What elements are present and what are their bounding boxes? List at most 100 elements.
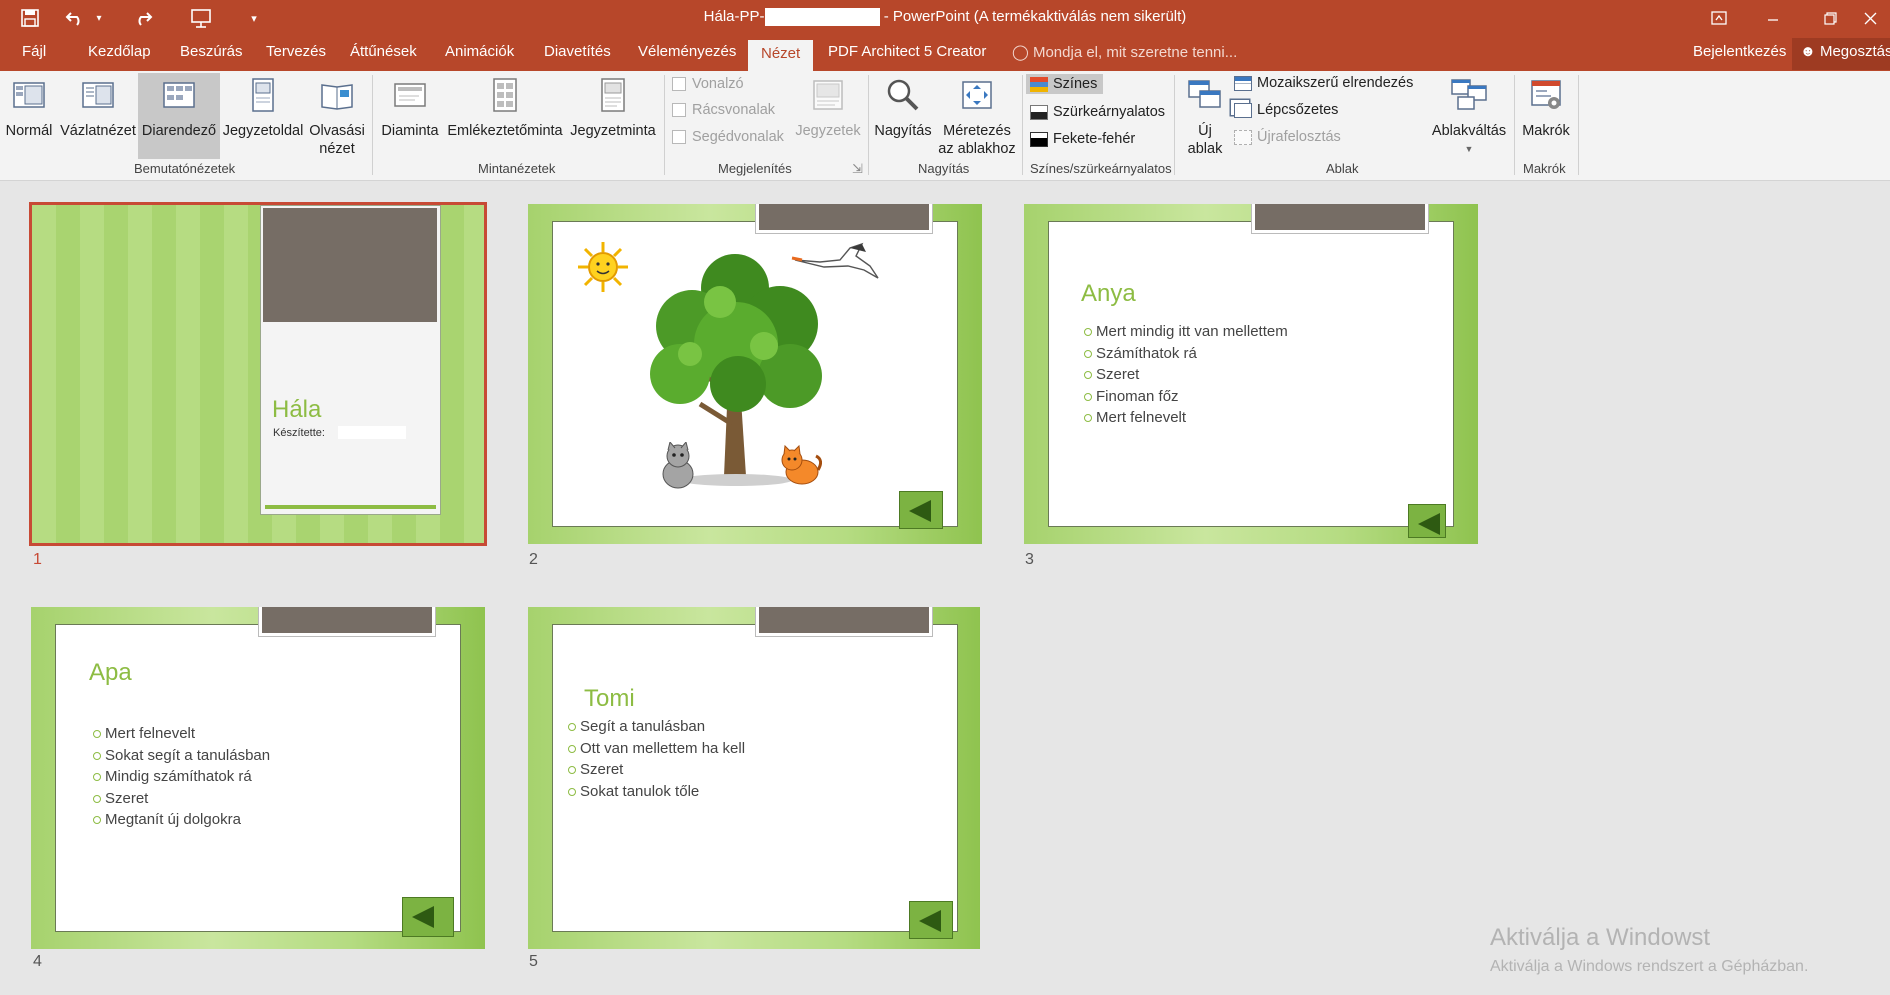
handout-master-icon [493, 78, 517, 112]
magnifier-icon [887, 79, 919, 111]
switch-windows-label: Ablakváltás [1431, 123, 1507, 139]
bullet-item: Szeret [568, 759, 745, 781]
move-split-button[interactable]: Újrafelosztás [1234, 129, 1341, 145]
slide-master-label: Diaminta [381, 123, 439, 139]
tab-transitions[interactable]: Áttűnések [350, 43, 417, 60]
tab-review[interactable]: Véleményezés [638, 43, 736, 60]
tell-me-box[interactable]: ◯ Mondja el, mit szeretne tenni... [1012, 43, 1237, 61]
back-navigation-button [899, 491, 943, 529]
checkbox-icon [672, 77, 686, 91]
ribbon-separator [1514, 75, 1515, 175]
reading-view-button[interactable]: Olvasási nézet [306, 77, 368, 158]
outline-view-icon [82, 82, 114, 108]
ruler-checkbox[interactable]: Vonalzó [672, 76, 744, 92]
normal-view-button[interactable]: Normál [2, 77, 56, 140]
ribbon-separator [1174, 75, 1175, 175]
black-white-button[interactable]: Fekete-fehér [1030, 131, 1135, 147]
tab-slideshow[interactable]: Diavetítés [544, 43, 611, 60]
tab-view[interactable]: Nézet [748, 40, 814, 71]
ribbon-display-options-icon[interactable] [1696, 0, 1742, 36]
guides-checkbox[interactable]: Segédvonalak [672, 129, 784, 145]
handout-master-label: Emlékeztetőminta [447, 123, 563, 139]
gridlines-checkbox[interactable]: Rácsvonalak [672, 102, 775, 118]
notes-page-button[interactable]: Jegyzetoldal [222, 77, 304, 140]
notes-button[interactable]: Jegyzetek [790, 77, 866, 140]
fit-to-window-icon [962, 81, 992, 109]
outline-view-button[interactable]: Vázlatnézet [58, 77, 138, 140]
handout-master-button[interactable]: Emlékeztetőminta [444, 77, 566, 140]
tab-insert[interactable]: Beszúrás [180, 43, 243, 60]
window-title-prefix: Hála-PP- [703, 8, 765, 25]
slide-thumbnail-5[interactable]: Tomi Segít a tanulásban Ott van mellette… [528, 607, 980, 949]
notes-master-label: Jegyzetminta [570, 123, 656, 139]
grayscale-button[interactable]: Szürkeárnyalatos [1030, 104, 1165, 120]
tab-home[interactable]: Kezdőlap [88, 43, 151, 60]
move-split-icon [1234, 129, 1252, 145]
back-navigation-button [1408, 504, 1446, 538]
group-label-show: Megjelenítés [718, 161, 792, 176]
show-dialog-launcher-icon[interactable]: ⇲ [852, 161, 863, 177]
switch-windows-icon [1451, 79, 1487, 110]
slide-sorter-button[interactable]: Diarendező [138, 73, 220, 159]
close-icon[interactable] [1850, 0, 1890, 36]
activation-watermark: Aktiválja a Windowst Aktiválja a Windows… [1490, 924, 1808, 976]
slide-sorter-canvas[interactable]: Hála Készítette: 1 2 Anya Mert mindig it… [0, 181, 1890, 995]
tab-file[interactable]: Fájl [22, 43, 46, 60]
bullet-item: Szeret [1084, 364, 1288, 386]
new-window-icon [1188, 80, 1221, 108]
reading-view-label-1: Olvasási [309, 123, 365, 139]
share-label: Megosztás [1819, 43, 1890, 60]
slide-thumbnail-1[interactable]: Hála Készítette: [29, 202, 487, 546]
share-button[interactable]: ☻ Megosztás [1792, 38, 1890, 70]
decorative-block [263, 208, 437, 322]
slide-master-button[interactable]: Diaminta [376, 77, 444, 140]
notes-master-button[interactable]: Jegyzetminta [568, 77, 658, 140]
title-bar: ▾ ▾ Hála-PP- - PowerPoint (A termékaktiv… [0, 0, 1890, 36]
minimize-icon[interactable] [1750, 0, 1796, 36]
bullet-item: Számíthatok rá [1084, 343, 1288, 365]
grey-cat-icon [662, 442, 694, 489]
zoom-button[interactable]: Nagyítás [872, 77, 934, 140]
bullet-item: Mert felnevelt [93, 723, 270, 745]
bullet-item: Segít a tanulásban [568, 716, 745, 738]
arrange-all-label: Mozaikszerű elrendezés [1257, 75, 1414, 91]
grayscale-swatch-icon [1030, 104, 1048, 120]
arrange-all-button[interactable]: Mozaikszerű elrendezés [1234, 75, 1413, 91]
slide-number-3: 3 [1025, 551, 1034, 568]
bullet-item: Mert mindig itt van mellettem [1084, 321, 1288, 343]
sun-icon [578, 242, 628, 292]
slide-title: Hála [272, 396, 322, 423]
reading-view-label-2: nézet [319, 141, 355, 157]
fit-to-window-button[interactable]: Méretezés az ablakhoz [934, 77, 1020, 158]
group-label-zoom: Nagyítás [918, 161, 970, 176]
normal-view-icon [13, 82, 45, 108]
group-label-window: Ablak [1326, 161, 1359, 176]
notes-master-icon [601, 78, 625, 112]
switch-windows-button[interactable]: Ablakváltás ▼ [1422, 77, 1516, 158]
color-button[interactable]: Színes [1026, 74, 1104, 94]
cascade-button[interactable]: Lépcsőzetes [1234, 102, 1338, 118]
tab-pdf-architect[interactable]: PDF Architect 5 Creator [828, 43, 986, 60]
outline-view-label: Vázlatnézet [60, 123, 136, 139]
move-split-label: Újrafelosztás [1257, 129, 1341, 145]
slide-thumbnail-3[interactable]: Anya Mert mindig itt van mellettem Számí… [1024, 204, 1478, 544]
slide-number-4: 4 [33, 953, 42, 970]
bullet-item: Mindig számíthatok rá [93, 766, 270, 788]
bullet-list: Segít a tanulásban Ott van mellettem ha … [568, 716, 745, 802]
restore-icon[interactable] [1807, 0, 1853, 36]
cascade-icon [1234, 102, 1252, 118]
slide-number-2: 2 [529, 551, 538, 568]
ribbon-tab-bar: Fájl Kezdőlap Beszúrás Tervezés Áttűnése… [0, 36, 1890, 71]
slide-thumbnail-4[interactable]: Apa Mert felnevelt Sokat segít a tanulás… [31, 607, 485, 949]
back-navigation-button [909, 901, 953, 939]
sign-in-link[interactable]: Bejelentkezés [1693, 43, 1786, 60]
bullet-item: Ott van mellettem ha kell [568, 738, 745, 760]
new-window-button[interactable]: Új ablak [1180, 77, 1230, 158]
slide-thumbnail-2[interactable] [528, 204, 982, 544]
tab-design[interactable]: Tervezés [266, 43, 326, 60]
macros-button[interactable]: Makrók [1516, 77, 1576, 140]
tab-animations[interactable]: Animációk [445, 43, 514, 60]
black-white-swatch-icon [1030, 131, 1048, 147]
notes-label: Jegyzetek [795, 123, 861, 139]
watermark-line-2: Aktiválja a Windows rendszert a Gépházba… [1490, 958, 1809, 975]
